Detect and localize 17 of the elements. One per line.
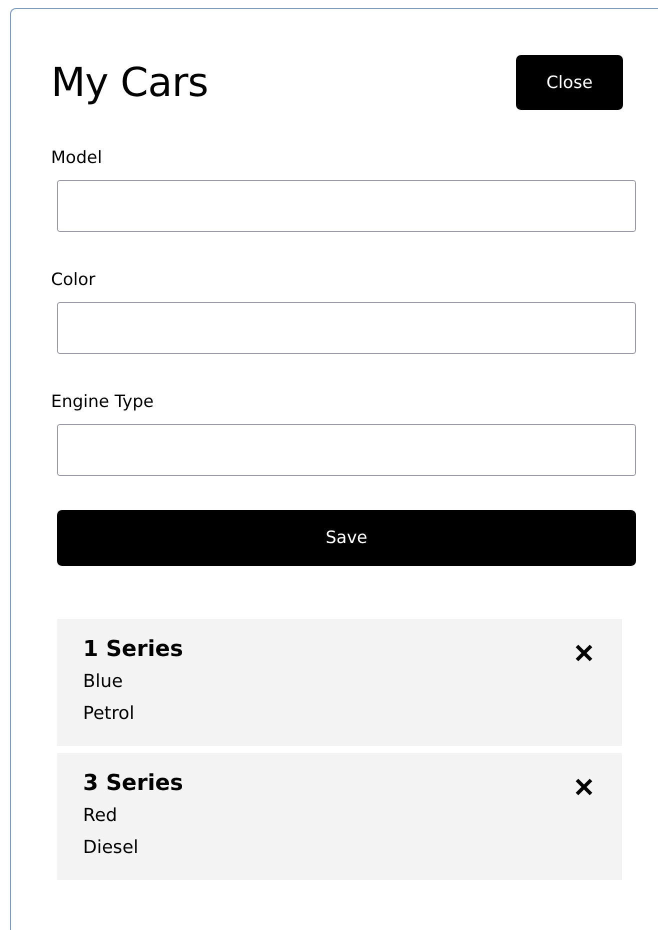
- car-engine: Diesel: [83, 836, 140, 860]
- car-color: Blue: [83, 670, 124, 694]
- input-field[interactable]: [57, 302, 636, 354]
- input-field[interactable]: [57, 180, 636, 232]
- input-field[interactable]: [57, 424, 636, 476]
- close-icon[interactable]: [575, 778, 593, 796]
- car-engine: Petrol: [83, 702, 136, 726]
- page-title: My Cars: [51, 60, 208, 106]
- close-button[interactable]: Close: [516, 55, 623, 110]
- field-label: Engine Type: [51, 392, 155, 412]
- field-label: Model: [51, 148, 104, 168]
- save-button[interactable]: Save: [57, 510, 636, 566]
- car-model: 1 Series: [83, 637, 184, 662]
- car-color: Red: [83, 804, 118, 828]
- field-label: Color: [51, 270, 96, 290]
- car-model: 3 Series: [83, 771, 184, 796]
- close-icon[interactable]: [575, 644, 593, 662]
